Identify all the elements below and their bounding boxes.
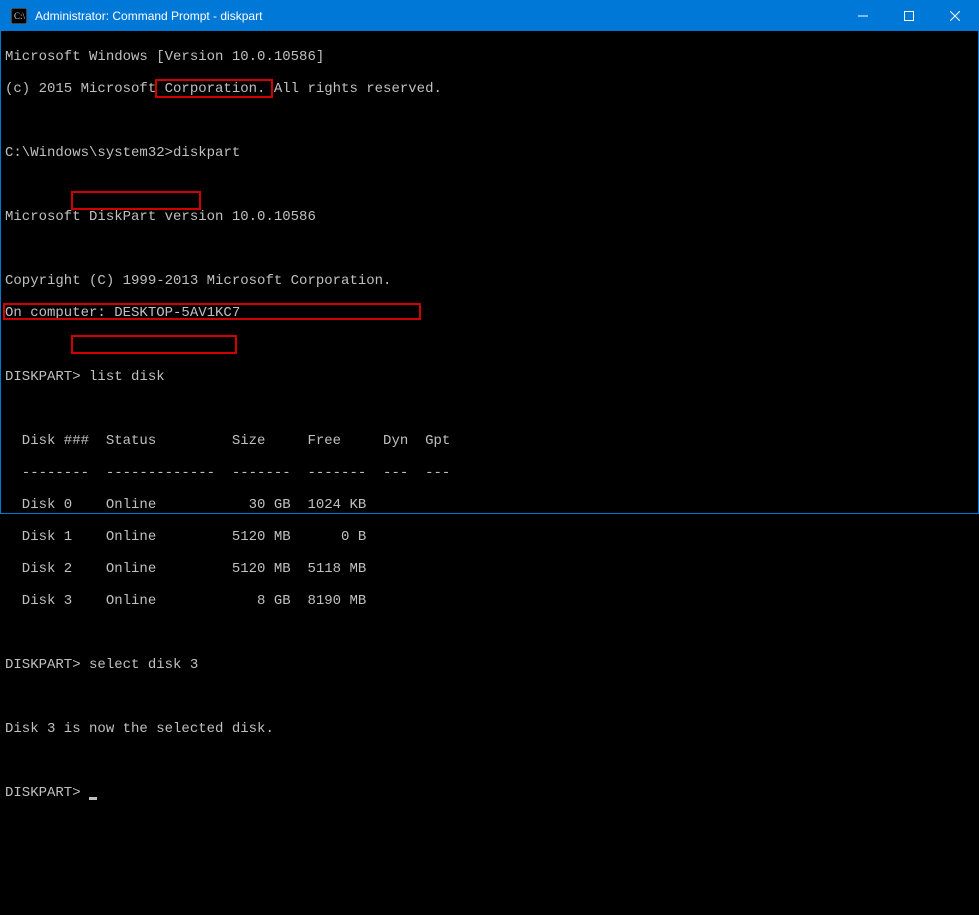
blank-line (5, 241, 974, 257)
svg-text:C:\: C:\ (14, 11, 26, 21)
table-row: Disk 0 Online 30 GB 1024 KB (5, 497, 974, 513)
diskpart-prompt: DISKPART> (5, 657, 81, 673)
blank-line (5, 625, 974, 641)
diskpart-computer-line: On computer: DESKTOP-5AV1KC7 (5, 305, 974, 321)
terminal-output[interactable]: Microsoft Windows [Version 10.0.10586] (… (1, 31, 978, 915)
cmd-icon: C:\ (9, 6, 29, 26)
table-divider: -------- ------------- ------- ------- -… (5, 465, 974, 481)
win-version-line: Microsoft Windows [Version 10.0.10586] (5, 49, 974, 65)
table-row: Disk 2 Online 5120 MB 5118 MB (5, 561, 974, 577)
prompt-prefix: C:\Windows\system32> (5, 145, 173, 161)
cmd-diskpart: diskpart (173, 145, 240, 161)
window-title: Administrator: Command Prompt - diskpart (35, 9, 262, 23)
blank-line (5, 689, 974, 705)
blank-line (5, 113, 974, 129)
diskpart-prompt: DISKPART> (5, 369, 81, 385)
diskpart-copyright-line: Copyright (C) 1999-2013 Microsoft Corpor… (5, 273, 974, 289)
table-row: Disk 3 Online 8 GB 8190 MB (5, 593, 974, 609)
prompt-line-3: DISKPART> select disk 3 (5, 657, 974, 673)
highlight-list-disk (71, 191, 201, 210)
win-copyright-line: (c) 2015 Microsoft Corporation. All righ… (5, 81, 974, 97)
select-result-line: Disk 3 is now the selected disk. (5, 721, 974, 737)
blank-line (5, 337, 974, 353)
prompt-line-2: DISKPART> list disk (5, 369, 974, 385)
prompt-line-4: DISKPART> (5, 785, 974, 801)
diskpart-version-line: Microsoft DiskPart version 10.0.10586 (5, 209, 974, 225)
cmd-list-disk: list disk (89, 369, 165, 385)
cmd-select-disk: select disk 3 (89, 657, 198, 673)
cursor-icon (89, 797, 97, 800)
table-row: Disk 1 Online 5120 MB 0 B (5, 529, 974, 545)
diskpart-prompt: DISKPART> (5, 785, 81, 801)
table-header: Disk ### Status Size Free Dyn Gpt (5, 433, 974, 449)
maximize-button[interactable] (886, 1, 932, 31)
window-titlebar[interactable]: C:\ Administrator: Command Prompt - disk… (1, 1, 978, 31)
blank-line (5, 401, 974, 417)
minimize-button[interactable] (840, 1, 886, 31)
blank-line (5, 753, 974, 769)
close-button[interactable] (932, 1, 978, 31)
blank-line (5, 177, 974, 193)
prompt-line-1: C:\Windows\system32>diskpart (5, 145, 974, 161)
